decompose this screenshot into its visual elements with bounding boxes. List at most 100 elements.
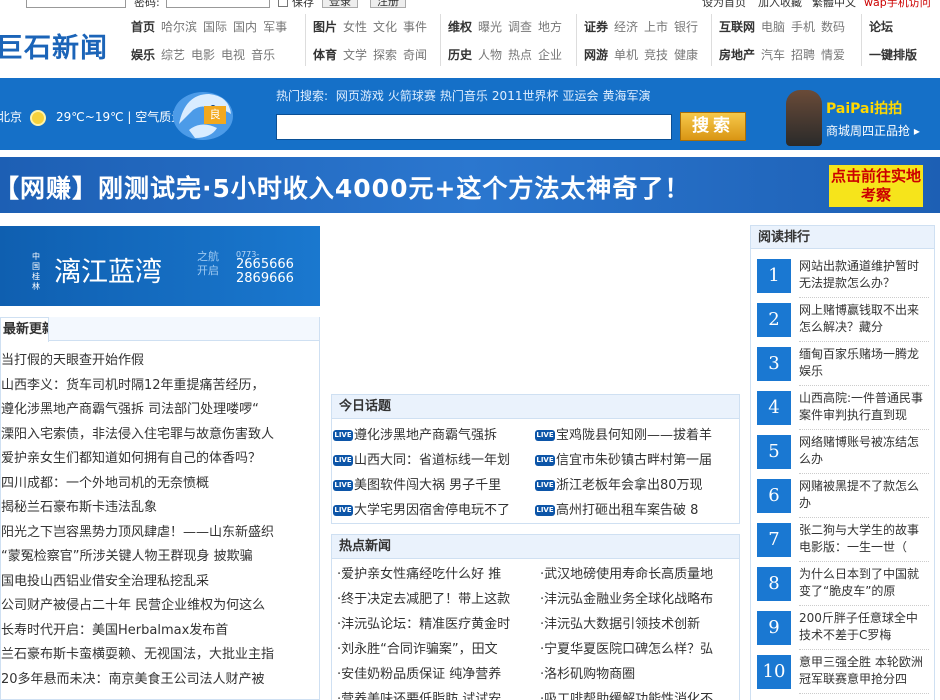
topic-item[interactable]: LIVE 宝鸡陇县何知刚——拔着羊 — [535, 423, 733, 448]
ad-banner[interactable]: 【网赚】刚测试完·5小时收入4000元+这个方法太神奇了！ 点击前往实地考察 — [0, 157, 940, 213]
latest-item[interactable]: 20多年悬而未决：南京美食王公司法人财产被 — [1, 668, 319, 693]
nav-link[interactable]: 调查 — [508, 20, 532, 34]
nav-link[interactable]: 女性 — [343, 20, 367, 34]
nav-link[interactable]: 事件 — [403, 20, 427, 34]
nav-link[interactable]: 曝光 — [478, 20, 502, 34]
topic-item[interactable]: LIVE 信宜市朱砂镇古畔村第一届 — [535, 448, 733, 473]
hotnews-item[interactable]: ·吸工啡帮助缓解功能性消化不 — [540, 687, 736, 700]
hotnews-item[interactable]: ·终于决定去减肥了！带上这款 — [337, 587, 533, 612]
hotnews-item[interactable]: ·沣沅弘金融业务全球化战略布 — [540, 587, 736, 612]
search-button[interactable]: 搜索 — [680, 112, 746, 141]
topic-item[interactable]: LIVE 遵化涉黑地产商霸气强拆 — [333, 423, 531, 448]
add-favorite-link[interactable]: 加入收藏 — [758, 0, 802, 8]
site-logo[interactable]: 巨石新闻 — [0, 26, 108, 65]
ad-cta-button[interactable]: 点击前往实地考察 — [829, 165, 923, 207]
username-input[interactable] — [26, 0, 126, 8]
nav-link[interactable]: 手机 — [791, 20, 815, 34]
latest-item[interactable]: 遵化涉黑地产商霸气强拆 司法部门处理喽啰“ — [1, 398, 319, 423]
hotnews-item[interactable]: ·爱护亲女性痛经吃什么好 推 — [337, 562, 533, 587]
hotnews-item[interactable]: ·刘永胜“合同诈骗案”，田文 — [337, 637, 533, 662]
latest-item[interactable]: 国电投山西铝业借安全治理私挖乱采 — [1, 570, 319, 595]
rank-item[interactable]: 6 网赌被黑提不了款怎么办 — [757, 476, 929, 518]
topic-item[interactable]: LIVE 浙江老板年会拿出80万现 — [535, 473, 733, 498]
nav-link[interactable]: 哈尔滨 — [161, 20, 197, 34]
rank-item[interactable]: 9 200斤胖子任意球全中技术不差于C罗梅 — [757, 608, 929, 650]
nav-link[interactable]: 热点 — [508, 48, 532, 62]
latest-item[interactable]: 揭秘兰石豪布斯卡违法乱象 — [1, 496, 319, 521]
hot-search-item[interactable]: 火箭球赛 — [388, 89, 436, 103]
hotnews-item[interactable]: ·洛杉矶购物商圈 — [540, 662, 736, 687]
latest-item[interactable]: 长寿时代开启：美国Herbalmax发布首 — [1, 619, 319, 644]
password-input[interactable] — [166, 0, 270, 8]
nav-link[interactable]: 电视 — [221, 48, 245, 62]
hot-search-item[interactable]: 2011世界杯 — [492, 89, 559, 103]
nav-link[interactable]: 互联网 — [719, 20, 755, 34]
set-home-link[interactable]: 设为首页 — [702, 0, 746, 8]
tab-latest[interactable]: 最新更新 — [0, 317, 49, 342]
nav-link[interactable]: 首页 — [131, 20, 155, 34]
register-button[interactable]: 注册 — [370, 0, 406, 8]
topic-item[interactable]: LIVE 高州打砸出租车案告破 8 — [535, 498, 733, 523]
hot-search-item[interactable]: 亚运会 — [562, 89, 598, 103]
nav-link[interactable]: 文化 — [373, 20, 397, 34]
rank-item[interactable]: 1 网站出款通道维护暂时无法提款怎么办？ — [757, 256, 929, 298]
topic-item[interactable]: LIVE 美图软件闯大祸 男子千里 — [333, 473, 531, 498]
nav-link[interactable]: 竞技 — [644, 48, 668, 62]
hotnews-item[interactable]: ·宁夏华夏医院口碑怎么样？弘 — [540, 637, 736, 662]
paipai-promo[interactable]: PaiPai拍拍 商城周四正品抢 ▸ — [782, 84, 940, 146]
nav-link[interactable]: 经济 — [614, 20, 638, 34]
hot-search-item[interactable]: 热门音乐 — [440, 89, 488, 103]
search-input[interactable] — [276, 114, 672, 140]
nav-link[interactable]: 房地产 — [719, 48, 755, 62]
nav-link[interactable]: 国内 — [233, 20, 257, 34]
nav-link[interactable]: 探索 — [373, 48, 397, 62]
latest-item[interactable]: 阳光之下岂容黑势力顶风肆虐！——山东新盛织 — [1, 521, 319, 546]
nav-link[interactable]: 电影 — [191, 48, 215, 62]
hot-search-item[interactable]: 网页游戏 — [336, 89, 384, 103]
wap-link[interactable]: wap手机访问 — [864, 0, 931, 8]
nav-link[interactable]: 维权 — [448, 20, 472, 34]
hotnews-item[interactable]: ·营养美味还要低脂肪 试试安 — [337, 687, 533, 700]
nav-link[interactable]: 人物 — [478, 48, 502, 62]
hotnews-item[interactable]: ·武汉地磅使用寿命长高质量地 — [540, 562, 736, 587]
traditional-chinese-link[interactable]: 繁體中文 — [812, 0, 856, 8]
nav-link[interactable]: 情爱 — [821, 48, 845, 62]
nav-link[interactable]: 奇闻 — [403, 48, 427, 62]
hotnews-item[interactable]: ·沣沅弘论坛：精准医疗黄金时 — [337, 612, 533, 637]
latest-item[interactable]: 四川成都：一个外地司机的无奈愤概 — [1, 472, 319, 497]
nav-link[interactable]: 汽车 — [761, 48, 785, 62]
latest-item[interactable]: 当打假的天眼查开始作假 — [1, 349, 319, 374]
nav-link[interactable]: 国际 — [203, 20, 227, 34]
hot-search-item[interactable]: 黄海军演 — [602, 89, 650, 103]
nav-link[interactable]: 银行 — [674, 20, 698, 34]
topic-item[interactable]: LIVE 大学宅男因宿舍停电玩不了 — [333, 498, 531, 523]
nav-link[interactable]: 企业 — [538, 48, 562, 62]
nav-link[interactable]: 上市 — [644, 20, 668, 34]
nav-link[interactable]: 地方 — [538, 20, 562, 34]
hotnews-item[interactable]: ·沣沅弘大数据引领技术创新 — [540, 612, 736, 637]
nav-link[interactable]: 文学 — [343, 48, 367, 62]
latest-item[interactable]: 公司财产被侵占二十年 民营企业维权为何这么 — [1, 594, 319, 619]
nav-link[interactable]: 单机 — [614, 48, 638, 62]
nav-link[interactable]: 音乐 — [251, 48, 275, 62]
rank-item[interactable]: 2 网上赌博赢钱取不出来怎么解决？藏分 — [757, 300, 929, 342]
nav-link[interactable]: 体育 — [313, 48, 337, 62]
rank-item[interactable]: 5 网络赌博账号被冻结怎么办 — [757, 432, 929, 474]
nav-link[interactable]: 数码 — [821, 20, 845, 34]
nav-link[interactable]: 论坛 — [869, 20, 893, 34]
nav-link[interactable]: 图片 — [313, 20, 337, 34]
rank-item[interactable]: 10 意甲三强全胜 本轮欧洲冠军联赛意甲抢分四 — [757, 652, 929, 694]
rank-item[interactable]: 4 山西高院:一件普通民事案件审判执行直到现 — [757, 388, 929, 430]
login-button[interactable]: 登录 — [322, 0, 358, 8]
nav-link[interactable]: 军事 — [263, 20, 287, 34]
nav-link[interactable]: 一键排版 — [869, 48, 917, 62]
nav-link[interactable]: 历史 — [448, 48, 472, 62]
nav-link[interactable]: 网游 — [584, 48, 608, 62]
topic-item[interactable]: LIVE 山西大同：省道标线一年划 — [333, 448, 531, 473]
rank-item[interactable]: 8 为什么日本到了中国就变了“脆皮车”的原 — [757, 564, 929, 606]
nav-link[interactable]: 证券 — [584, 20, 608, 34]
hotnews-item[interactable]: ·安佳奶粉品质保证 纯净营养 — [337, 662, 533, 687]
latest-item[interactable]: 兰石豪布斯卡蛮横耍赖、无视国法，大批业主指 — [1, 643, 319, 668]
nav-link[interactable]: 电脑 — [761, 20, 785, 34]
latest-item[interactable]: 爱护亲女生们都知道如何拥有自己的体香吗？ — [1, 447, 319, 472]
